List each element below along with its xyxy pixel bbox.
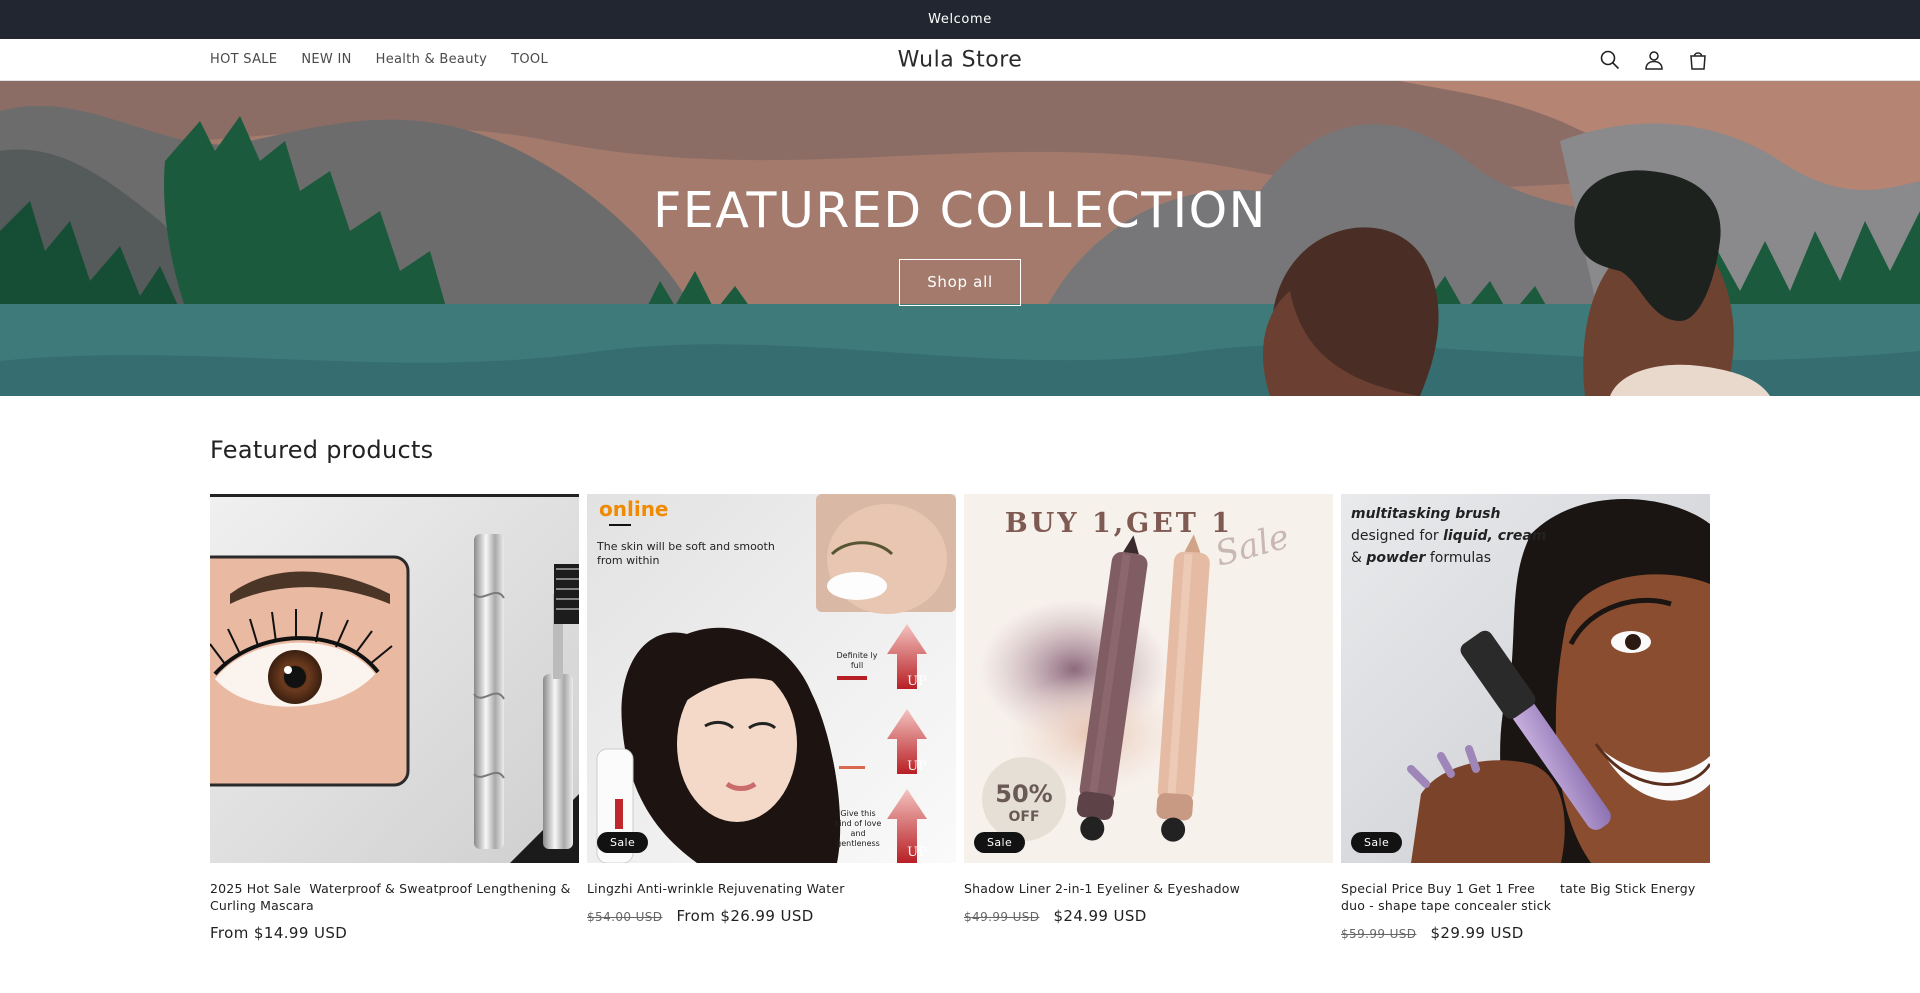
account-icon[interactable] [1642,48,1666,72]
nav-item-new-in[interactable]: NEW IN [301,52,351,67]
nav-item-tool[interactable]: TOOL [511,52,548,67]
sale-badge: Sale [1351,832,1403,853]
product-image[interactable]: multitasking brush designed for liquid, … [1341,494,1710,863]
sale-badge: Sale [974,832,1026,853]
product-title[interactable]: Lingzhi Anti-wrinkle Rejuvenating Water [587,880,956,897]
image-line1: multitasking brush [1351,506,1501,522]
featured-products-section: Featured products 2025 Hot Sale Waterpro… [0,396,1920,942]
up-label: UP [907,759,927,774]
nav-item-hot-sale[interactable]: HOT SALE [210,52,277,67]
main-nav: HOT SALE NEW IN Health & Beauty TOOL [210,52,548,67]
nav-item-health-beauty[interactable]: Health & Beauty [376,52,488,67]
price-row: $54.00 USD From $26.99 USD [587,907,956,925]
product-grid: 2025 Hot Sale Waterproof & Sweatproof Le… [210,494,1710,942]
image-headline: BUY 1,GET 1 [1005,508,1233,539]
product-image[interactable]: online The skin will be soft and smooth … [587,494,956,863]
product-card: 2025 Hot Sale Waterproof & Sweatproof Le… [210,494,579,942]
header-icons [1598,39,1710,80]
up-label: UP [907,845,927,860]
product-price: $24.99 USD [1053,907,1147,925]
product-compare-price: $49.99 USD [964,910,1040,924]
search-icon[interactable] [1598,48,1622,72]
online-tag: online [599,497,669,521]
product-compare-price: $59.99 USD [1341,927,1417,941]
product-title[interactable]: Special Price Buy 1 Get 1 Free tate Big … [1341,880,1710,914]
announcement-bar: Welcome [0,0,1920,39]
hero-title: FEATURED COLLECTION [653,181,1267,239]
product-image[interactable]: BUY 1,GET 1 Sale 50% OFF Sale [964,494,1333,863]
image-line3: & powder formulas [1351,550,1491,566]
product-price: From $26.99 USD [676,907,814,925]
product-card: online The skin will be soft and smooth … [587,494,956,942]
product-title[interactable]: Shadow Liner 2-in-1 Eyeliner & Eyeshadow [964,880,1333,897]
price-row: $59.99 USD $29.99 USD [1341,924,1710,942]
sale-badge: Sale [597,832,649,853]
image-off-label: OFF [1008,809,1039,825]
image-off-percent: 50% [995,780,1052,808]
product-title[interactable]: 2025 Hot Sale Waterproof & Sweatproof Le… [210,880,579,914]
cart-icon[interactable] [1686,48,1710,72]
image-label: Definite ly full [836,651,878,670]
product-image[interactable] [210,494,579,863]
product-card: multitasking brush designed for liquid, … [1341,494,1710,942]
product-compare-price: $54.00 USD [587,910,663,924]
hero-content: FEATURED COLLECTION Shop all [0,81,1920,396]
featured-products-title: Featured products [210,436,434,464]
hero-banner: FEATURED COLLECTION Shop all [0,81,1920,396]
store-logo[interactable]: Wula Store [898,47,1023,72]
image-label: Give this kind of love and gentleness [834,809,882,848]
up-label: UP [907,674,927,689]
announcement-text: Welcome [928,12,992,27]
image-line2: designed for liquid, cream [1351,528,1546,544]
product-card: BUY 1,GET 1 Sale 50% OFF Sale Shadow Lin… [964,494,1333,942]
price-row: From $14.99 USD [210,924,579,942]
shop-all-button[interactable]: Shop all [899,258,1021,306]
product-price: From $14.99 USD [210,924,348,942]
image-caption: The skin will be soft and smooth from wi… [597,540,775,567]
price-row: $49.99 USD $24.99 USD [964,907,1333,925]
site-header: HOT SALE NEW IN Health & Beauty TOOL Wul… [0,39,1920,81]
product-price: $29.99 USD [1430,924,1524,942]
